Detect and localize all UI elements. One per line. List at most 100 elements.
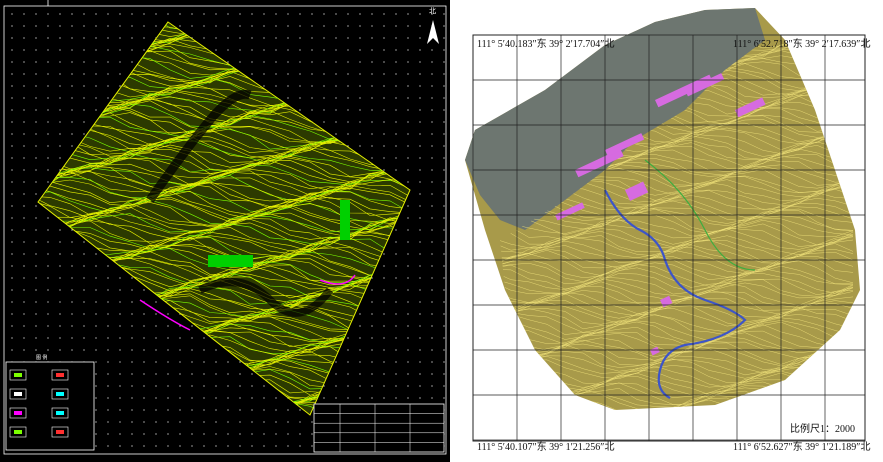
grid-dot xyxy=(35,25,37,27)
grid-dot xyxy=(419,13,421,15)
grid-dot xyxy=(59,229,61,231)
grid-dot xyxy=(83,13,85,15)
grid-dot xyxy=(107,397,109,399)
grid-dot xyxy=(383,73,385,75)
grid-dot xyxy=(311,37,313,39)
grid-dot xyxy=(11,253,13,255)
grid-dot xyxy=(395,133,397,135)
contour-line xyxy=(38,22,410,32)
grid-dot xyxy=(179,349,181,351)
grid-dot xyxy=(83,265,85,267)
grid-dot xyxy=(11,193,13,195)
grid-dot xyxy=(227,25,229,27)
grid-dot xyxy=(359,61,361,63)
grid-dot xyxy=(35,37,37,39)
grid-dot xyxy=(179,361,181,363)
grid-dot xyxy=(311,109,313,111)
grid-dot xyxy=(35,145,37,147)
grid-dot xyxy=(335,385,337,387)
grid-dot xyxy=(347,373,349,375)
grid-dot xyxy=(155,385,157,387)
grid-dot xyxy=(227,397,229,399)
grid-dot xyxy=(59,49,61,51)
cad-contour-map: 北 图 例 xyxy=(0,0,450,462)
grid-dot xyxy=(143,361,145,363)
grid-dot xyxy=(335,13,337,15)
grid-dot xyxy=(227,361,229,363)
grid-dot xyxy=(371,97,373,99)
grid-dot xyxy=(263,85,265,87)
grid-dot xyxy=(131,289,133,291)
grid-dot xyxy=(251,421,253,423)
grid-dot xyxy=(227,409,229,411)
grid-dot xyxy=(35,109,37,111)
grid-dot xyxy=(59,241,61,243)
grid-dot xyxy=(107,445,109,447)
grid-dot xyxy=(35,289,37,291)
grid-dot xyxy=(95,433,97,435)
grid-dot xyxy=(23,193,25,195)
grid-dot xyxy=(263,397,265,399)
grid-dot xyxy=(191,373,193,375)
grid-dot xyxy=(131,421,133,423)
grid-dot xyxy=(431,157,433,159)
grid-dot xyxy=(407,289,409,291)
grid-dot xyxy=(47,73,49,75)
grid-dot xyxy=(419,241,421,243)
grid-dot xyxy=(383,265,385,267)
grid-dot xyxy=(263,385,265,387)
grid-dot xyxy=(323,13,325,15)
grid-dot xyxy=(383,133,385,135)
grid-dot xyxy=(71,241,73,243)
grid-dot xyxy=(23,157,25,159)
grid-dot xyxy=(407,361,409,363)
grid-dot xyxy=(11,85,13,87)
grid-dot xyxy=(419,133,421,135)
grid-dot xyxy=(407,13,409,15)
grid-dot xyxy=(275,61,277,63)
grid-dot xyxy=(71,289,73,291)
grid-dot xyxy=(71,97,73,99)
grid-dot xyxy=(215,433,217,435)
grid-dot xyxy=(143,445,145,447)
grid-dot xyxy=(191,13,193,15)
orthophoto-map: 111° 5′40.183″东 39° 2′17.704″北 111° 6′52… xyxy=(455,0,883,462)
grid-dot xyxy=(359,349,361,351)
grid-dot xyxy=(119,277,121,279)
grid-dot xyxy=(95,13,97,15)
grid-dot xyxy=(179,385,181,387)
grid-dot xyxy=(419,73,421,75)
grid-dot xyxy=(11,13,13,15)
grid-dot xyxy=(443,385,445,387)
grid-dot xyxy=(155,325,157,327)
grid-dot xyxy=(119,61,121,63)
grid-dot xyxy=(395,61,397,63)
grid-dot xyxy=(59,265,61,267)
grid-dot xyxy=(251,49,253,51)
grid-dot xyxy=(35,325,37,327)
grid-dot xyxy=(203,385,205,387)
grid-dot xyxy=(407,313,409,315)
grid-dot xyxy=(23,121,25,123)
grid-dot xyxy=(119,385,121,387)
grid-dot xyxy=(11,169,13,171)
grid-dot xyxy=(143,421,145,423)
grid-dot xyxy=(191,349,193,351)
grid-dot xyxy=(95,301,97,303)
grid-dot xyxy=(371,349,373,351)
grid-dot xyxy=(83,121,85,123)
grid-dot xyxy=(419,313,421,315)
grid-dot xyxy=(395,337,397,339)
grid-dot xyxy=(47,253,49,255)
grid-dot xyxy=(131,37,133,39)
grid-dot xyxy=(383,25,385,27)
grid-dot xyxy=(335,73,337,75)
grid-dot xyxy=(359,313,361,315)
grid-dot xyxy=(443,241,445,243)
grid-dot xyxy=(71,133,73,135)
grid-dot xyxy=(47,169,49,171)
grid-dot xyxy=(47,181,49,183)
contour-line xyxy=(38,22,410,42)
grid-dot xyxy=(311,445,313,447)
grid-dot xyxy=(143,325,145,327)
